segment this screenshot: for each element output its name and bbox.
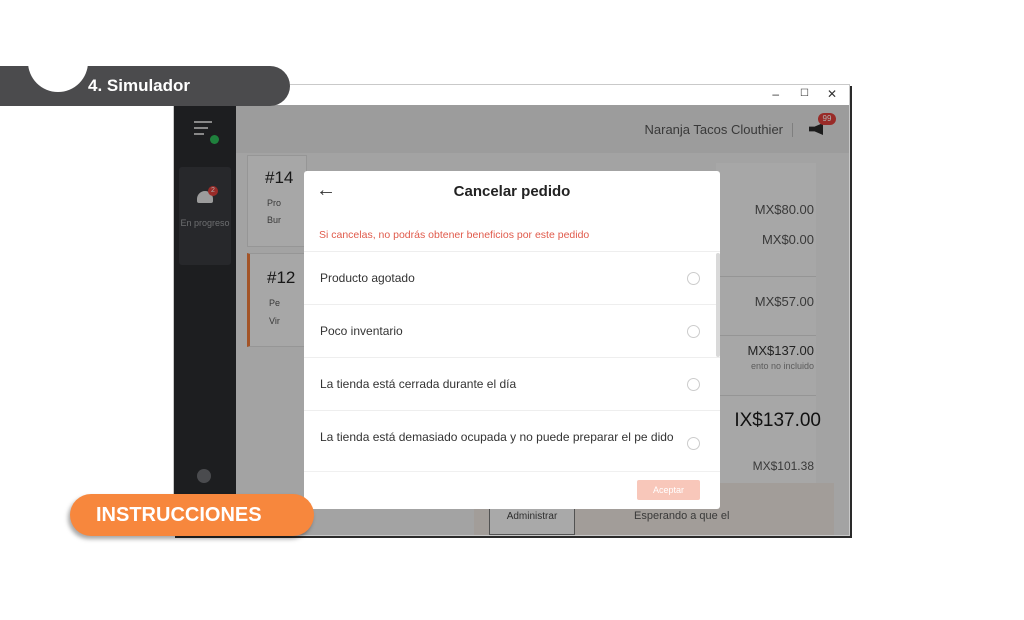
- reason-label: Producto agotado: [320, 271, 415, 285]
- reason-radio[interactable]: [687, 325, 700, 338]
- reason-radio[interactable]: [687, 378, 700, 391]
- reason-radio[interactable]: [687, 272, 700, 285]
- reason-option[interactable]: La tienda está demasiado ocupada y no pu…: [304, 410, 720, 470]
- modal-footer: Aceptar: [304, 471, 720, 509]
- reason-label: La tienda está demasiado ocupada y no pu…: [320, 430, 674, 444]
- reason-label: La tienda está cerrada durante el día: [320, 377, 517, 391]
- accept-button[interactable]: Aceptar: [637, 480, 700, 500]
- cancel-warning: Si cancelas, no podrás obtener beneficio…: [319, 229, 590, 241]
- minimize-icon[interactable]: –: [772, 87, 779, 101]
- maximize-icon[interactable]: ☐: [800, 88, 809, 99]
- close-icon[interactable]: ✕: [827, 87, 837, 101]
- cancel-order-modal: ← Cancelar pedido Si cancelas, no podrás…: [304, 171, 720, 509]
- reason-option[interactable]: Producto agotado: [304, 251, 720, 304]
- slide: 4. Simulador – ☐ ✕ 2 En progreso Naranja…: [0, 0, 1024, 620]
- reason-option[interactable]: Poco inventario: [304, 304, 720, 357]
- reason-label: Poco inventario: [320, 324, 403, 338]
- section-tag-label: 4. Simulador: [88, 76, 191, 95]
- reason-option[interactable]: La tienda está cerrada durante el día: [304, 357, 720, 410]
- instructions-button[interactable]: INSTRUCCIONES: [70, 494, 314, 536]
- app-content: 2 En progreso Naranja Tacos Clouthier 99…: [174, 105, 849, 535]
- app-window: – ☐ ✕ 2 En progreso Naranja Tacos Clouth…: [173, 84, 850, 536]
- reason-radio[interactable]: [687, 437, 700, 450]
- modal-title: Cancelar pedido: [453, 183, 571, 200]
- modal-scrollbar[interactable]: [716, 253, 720, 357]
